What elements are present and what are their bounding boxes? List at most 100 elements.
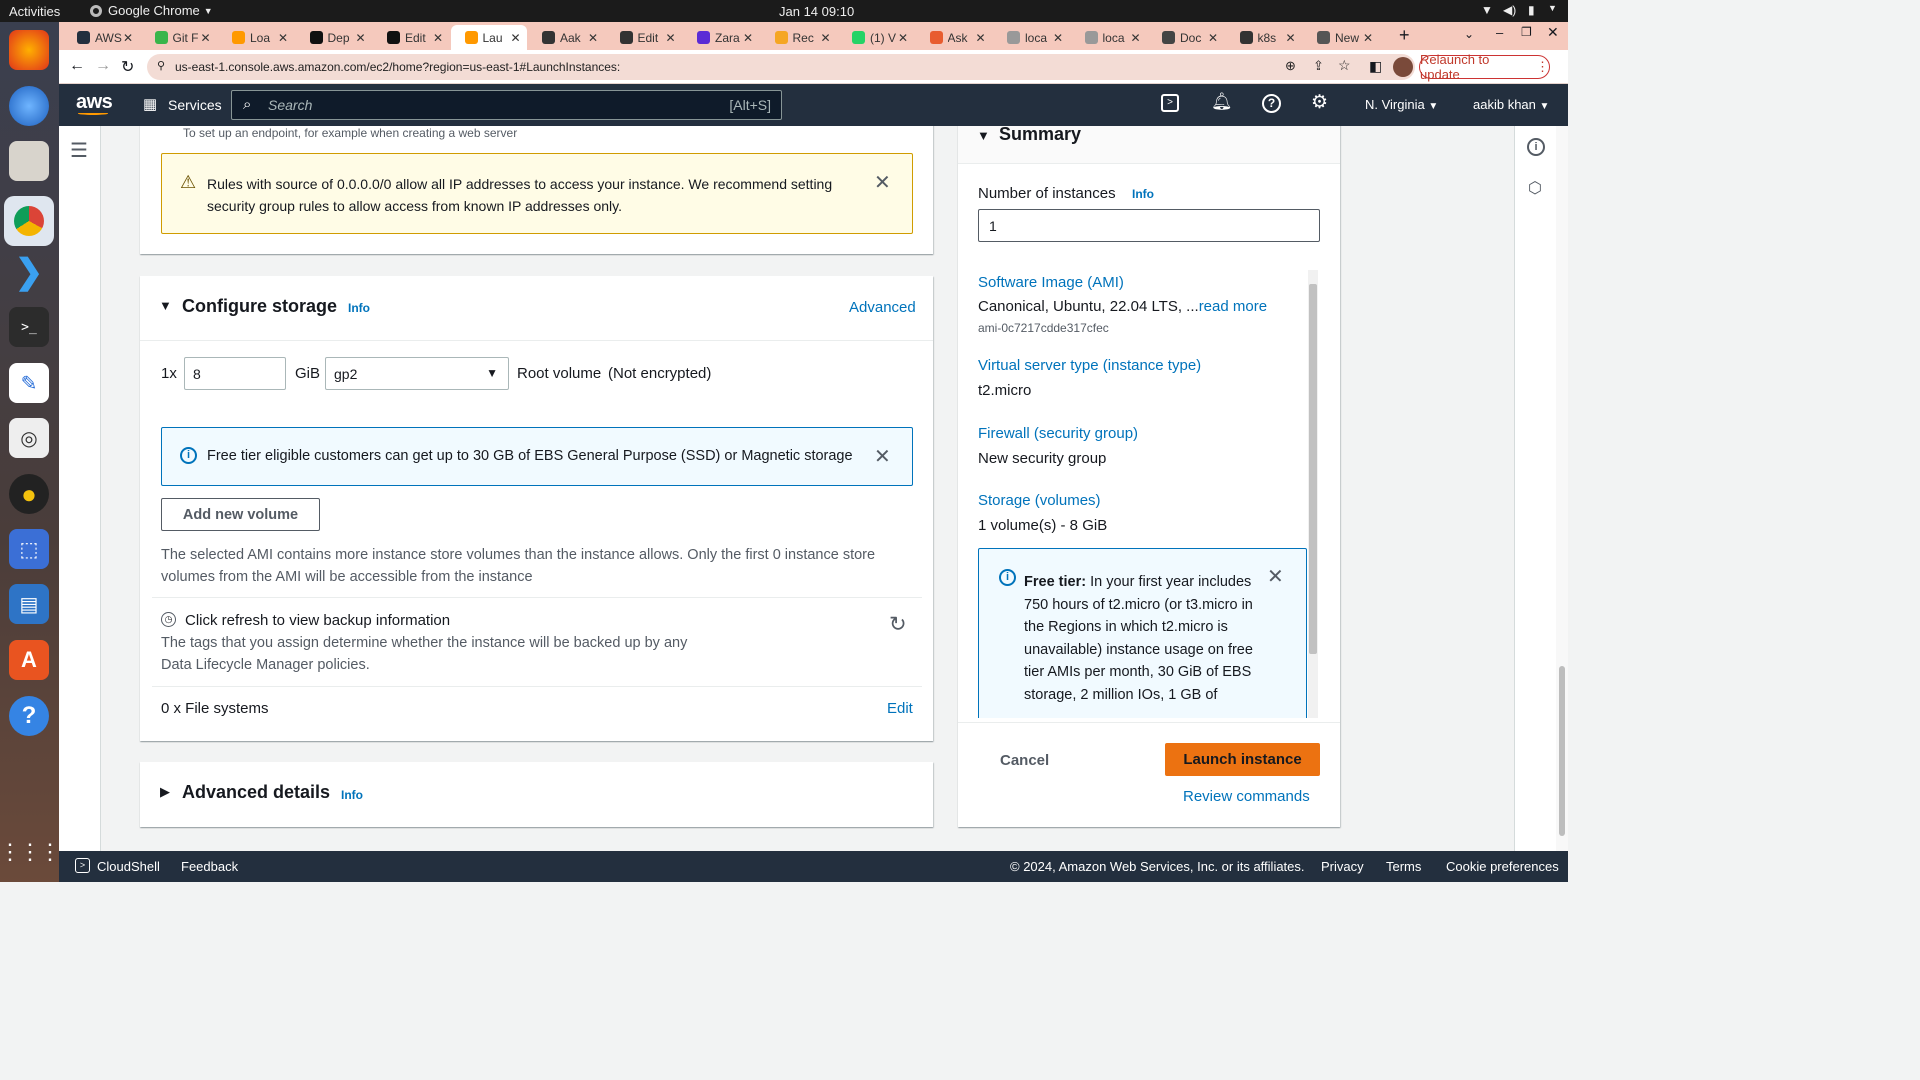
advanced-link[interactable]: Advanced: [849, 299, 916, 316]
volume-size-input[interactable]: 8: [184, 357, 286, 390]
close-tab-icon[interactable]: ✕: [1053, 31, 1063, 45]
browser-tab[interactable]: AWS ✕: [63, 25, 139, 50]
site-info-icon[interactable]: ⚲: [157, 59, 165, 72]
search-input[interactable]: ⌕ Search [Alt+S]: [231, 90, 782, 120]
collapse-caret-icon[interactable]: ▼: [977, 128, 990, 143]
close-tab-icon[interactable]: ✕: [200, 31, 210, 45]
close-tab-icon[interactable]: ✕: [975, 31, 985, 45]
storage-label[interactable]: Storage (volumes): [978, 492, 1101, 509]
close-tab-icon[interactable]: ✕: [510, 31, 520, 45]
browser-tab[interactable]: k8s ✕: [1226, 25, 1302, 50]
browser-tab[interactable]: Lau ✕: [450, 25, 527, 50]
rhythmbox-icon[interactable]: ●: [9, 474, 49, 514]
thunderbird-icon[interactable]: [9, 86, 49, 126]
ami-label[interactable]: Software Image (AMI): [978, 274, 1124, 291]
aws-logo[interactable]: aws: [76, 91, 113, 114]
hamburger-menu-icon[interactable]: ☰: [70, 138, 88, 163]
browser-tab[interactable]: Edit ✕: [606, 25, 682, 50]
text-editor-icon[interactable]: ✎: [9, 363, 49, 403]
volume-type-select[interactable]: gp2 ▼: [325, 357, 509, 390]
instances-info-link[interactable]: Info: [1132, 187, 1154, 201]
browser-tab[interactable]: Git F ✕: [141, 25, 217, 50]
browser-tab[interactable]: New ✕: [1303, 25, 1379, 50]
document-viewer-icon[interactable]: ◎: [9, 418, 49, 458]
review-commands-link[interactable]: Review commands: [1183, 788, 1310, 805]
writer-icon[interactable]: ▤: [9, 584, 49, 624]
terms-link[interactable]: Terms: [1386, 859, 1421, 874]
browser-tab[interactable]: Zara ✕: [683, 25, 759, 50]
system-menu-icon[interactable]: ▼: [1548, 3, 1557, 13]
relaunch-button[interactable]: Relaunch to update ⋮: [1419, 52, 1550, 82]
bookmark-star-icon[interactable]: ☆: [1338, 57, 1351, 74]
share-icon[interactable]: ⇪: [1313, 58, 1324, 74]
summary-scrollbar[interactable]: [1308, 270, 1318, 718]
minimize-icon[interactable]: –: [1496, 25, 1503, 40]
cloudshell-icon[interactable]: >: [1161, 94, 1179, 112]
profile-avatar[interactable]: [1393, 57, 1413, 77]
chrome-dock-icon[interactable]: [4, 196, 54, 246]
close-tab-icon[interactable]: ✕: [820, 31, 830, 45]
maximize-icon[interactable]: ❐: [1521, 25, 1532, 39]
battery-icon[interactable]: ▮: [1528, 3, 1535, 17]
cancel-button[interactable]: Cancel: [1000, 752, 1049, 769]
close-tab-icon[interactable]: ✕: [355, 31, 365, 45]
back-icon[interactable]: ←: [69, 57, 85, 75]
browser-tab[interactable]: Doc ✕: [1148, 25, 1224, 50]
browser-tab[interactable]: loca ✕: [1071, 25, 1147, 50]
close-tab-icon[interactable]: ✕: [743, 31, 753, 45]
close-window-icon[interactable]: ✕: [1547, 24, 1559, 41]
cloudshell-icon[interactable]: >: [75, 858, 90, 873]
region-selector[interactable]: N. Virginia ▼: [1365, 97, 1438, 112]
feedback-link[interactable]: Feedback: [181, 859, 238, 874]
close-tab-icon[interactable]: ✕: [1130, 31, 1140, 45]
summary-scroll-area[interactable]: Software Image (AMI) Canonical, Ubuntu, …: [958, 270, 1308, 718]
volume-icon[interactable]: ◀): [1503, 3, 1516, 17]
terminal-icon[interactable]: >_: [9, 307, 49, 347]
close-tab-icon[interactable]: ✕: [123, 31, 133, 45]
close-tab-icon[interactable]: ✕: [1208, 31, 1218, 45]
settings-gear-icon[interactable]: ⚙: [1311, 91, 1328, 114]
cloudshell-link[interactable]: CloudShell: [97, 859, 160, 874]
software-center-icon[interactable]: A: [9, 640, 49, 680]
hexagon-icon[interactable]: ⬡: [1528, 178, 1542, 198]
clock[interactable]: Jan 14 09:10: [779, 4, 854, 19]
instances-count-input[interactable]: 1: [978, 209, 1320, 242]
browser-tab[interactable]: Edit ✕: [373, 25, 449, 50]
cookie-preferences-link[interactable]: Cookie preferences: [1446, 859, 1559, 874]
account-menu[interactable]: aakib khan ▼: [1473, 97, 1549, 112]
scrollbar-thumb[interactable]: [1309, 284, 1317, 654]
wifi-icon[interactable]: ▼: [1481, 3, 1493, 17]
browser-tab[interactable]: Dep ✕: [296, 25, 372, 50]
launch-instance-button[interactable]: Launch instance: [1165, 743, 1320, 776]
info-panel-icon[interactable]: i: [1527, 138, 1545, 156]
browser-tab[interactable]: Aak ✕: [528, 25, 604, 50]
storage-info-link[interactable]: Info: [348, 301, 370, 315]
app-menu[interactable]: Google Chrome ▼: [90, 3, 213, 18]
address-bar[interactable]: ⚲ us-east-1.console.aws.amazon.com/ec2/h…: [147, 54, 1415, 80]
browser-tab[interactable]: Rec ✕: [761, 25, 837, 50]
privacy-link[interactable]: Privacy: [1321, 859, 1364, 874]
close-tab-icon[interactable]: ✕: [898, 31, 908, 45]
close-tab-icon[interactable]: ✕: [1363, 31, 1373, 45]
browser-tab[interactable]: loca ✕: [993, 25, 1069, 50]
close-tab-icon[interactable]: ✕: [1285, 31, 1295, 45]
firewall-label[interactable]: Firewall (security group): [978, 425, 1138, 442]
close-tab-icon[interactable]: ✕: [278, 31, 288, 45]
forward-icon[interactable]: →: [95, 57, 111, 75]
close-icon[interactable]: ✕: [1267, 564, 1284, 589]
files-icon[interactable]: [9, 141, 49, 181]
new-tab-button[interactable]: +: [1399, 25, 1410, 46]
help-icon[interactable]: ?: [9, 696, 49, 736]
app-grid-icon[interactable]: ⋮⋮⋮: [0, 832, 61, 872]
close-icon[interactable]: ✕: [874, 444, 891, 469]
activities-button[interactable]: Activities: [9, 4, 60, 19]
screenshot-icon[interactable]: ⬚: [9, 529, 49, 569]
page-scrollbar[interactable]: [1556, 126, 1568, 851]
services-grid-icon[interactable]: ▦: [143, 95, 157, 113]
close-tab-icon[interactable]: ✕: [588, 31, 598, 45]
collapse-caret-icon[interactable]: ▼: [159, 298, 172, 313]
browser-tab[interactable]: Ask ✕: [916, 25, 992, 50]
advanced-info-link[interactable]: Info: [341, 788, 363, 802]
read-more-link[interactable]: read more: [1199, 298, 1267, 315]
browser-tab[interactable]: (1) V ✕: [838, 25, 914, 50]
